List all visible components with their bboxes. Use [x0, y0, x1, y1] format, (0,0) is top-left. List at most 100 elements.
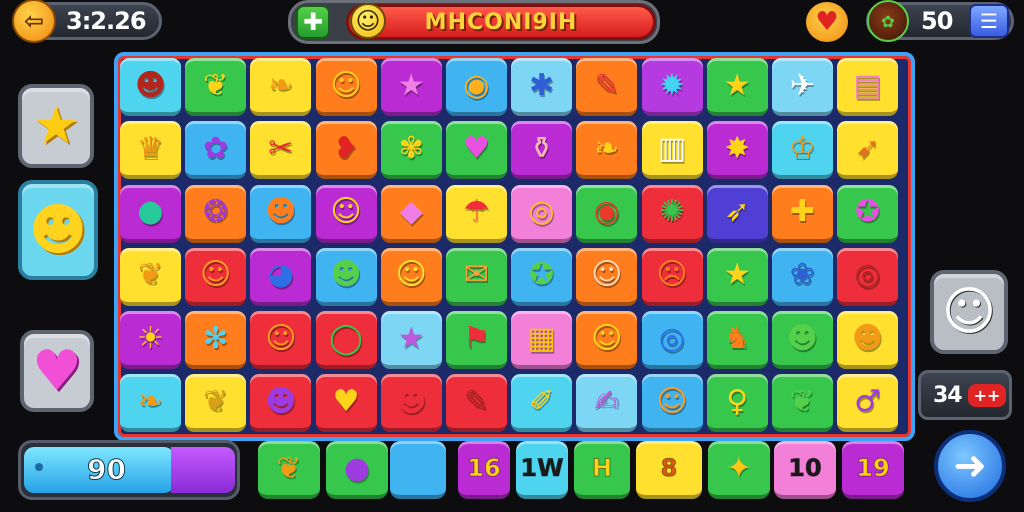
board-tile[interactable]: ✸	[706, 121, 768, 180]
board-tile[interactable]: ◕	[250, 247, 312, 306]
board-tile[interactable]: ➶	[837, 121, 899, 180]
board-tile[interactable]: ✎	[445, 374, 507, 433]
board-tile[interactable]: ❥	[315, 121, 377, 180]
bottom-tile-leaf[interactable]: ❦	[258, 441, 320, 499]
board-tile[interactable]: ●	[120, 184, 181, 243]
board-tile[interactable]: ★	[380, 58, 442, 116]
tile-symbol-icon: ❧	[594, 130, 620, 166]
tile-symbol-icon: ➶	[854, 130, 881, 166]
face-button[interactable]: ☺	[930, 270, 1008, 354]
board-tile[interactable]: ✈	[771, 58, 833, 116]
board-tile[interactable]: ☻	[315, 247, 377, 306]
board-tile[interactable]: ♀	[706, 374, 768, 433]
board-tile[interactable]: ❦	[185, 374, 247, 433]
bottom-tile-num-19[interactable]: 19	[842, 441, 904, 499]
board-tile[interactable]: ✾	[380, 121, 442, 180]
bottom-tile-icon: ✦	[726, 450, 752, 486]
board-tile[interactable]: ❀	[771, 247, 833, 306]
side-blob-button[interactable]: ☻	[18, 180, 98, 280]
board-tile[interactable]: ☻	[837, 311, 899, 370]
board-tile[interactable]: ❦	[771, 374, 833, 433]
board-tile[interactable]: ✪	[511, 247, 573, 306]
board-tile[interactable]: ☺	[380, 247, 442, 306]
board-tile[interactable]: ❂	[185, 184, 247, 243]
board-tile[interactable]: ❦	[185, 58, 247, 116]
bottom-tile-num-16[interactable]: 16	[458, 441, 510, 499]
board-tile[interactable]: ☻	[250, 374, 312, 433]
board-tile[interactable]: ★	[706, 58, 768, 116]
score-dot	[35, 463, 43, 471]
board-tile[interactable]: ◯	[315, 311, 377, 370]
bottom-tile-num-10[interactable]: 10	[774, 441, 836, 499]
board-tile[interactable]: ☻	[120, 58, 181, 116]
board-tile[interactable]: ☻	[771, 311, 833, 370]
board-tile[interactable]: ♂	[837, 374, 899, 433]
side-heart-button[interactable]: ♥	[20, 330, 94, 412]
board-tile[interactable]: ♞	[706, 311, 768, 370]
board-tile[interactable]: ☺	[315, 58, 377, 116]
next-button[interactable]: ➜	[934, 430, 1006, 502]
board-tile[interactable]: ➶	[706, 184, 768, 243]
board-tile[interactable]: ♥	[445, 121, 507, 180]
tile-symbol-icon: ▦	[527, 320, 556, 356]
tile-symbol-icon: ✻	[203, 320, 229, 356]
board-tile[interactable]: ☺	[315, 184, 377, 243]
board-tile[interactable]: ✍	[576, 374, 638, 433]
board-tile[interactable]: ❦	[120, 247, 181, 306]
add-button[interactable]: ✚	[296, 5, 330, 39]
bottom-tile-eggplant[interactable]: ●	[326, 441, 388, 499]
board-tile[interactable]: ☺	[185, 247, 247, 306]
bottom-tile-num-8[interactable]: 8	[636, 441, 702, 499]
board-tile[interactable]: ★	[380, 311, 442, 370]
tile-symbol-icon: ▥	[657, 130, 687, 166]
board-tile[interactable]: ❧	[120, 374, 181, 433]
board-tile[interactable]: ◆	[380, 184, 442, 243]
board-tile[interactable]: ☂	[445, 184, 507, 243]
board-tile[interactable]: ⚱	[511, 121, 573, 180]
board-tile[interactable]: ▦	[511, 311, 573, 370]
board-tile[interactable]: ✐	[511, 374, 573, 433]
board-tile[interactable]: ♛	[120, 121, 181, 180]
tile-symbol-icon: ✍	[594, 383, 620, 419]
board-tile[interactable]: ☺	[250, 311, 312, 370]
board-tile[interactable]: ☀	[120, 311, 181, 370]
bottom-tile-blue[interactable]	[390, 441, 446, 499]
back-button[interactable]: ⇦	[12, 0, 56, 43]
board-tile[interactable]: ☺	[576, 311, 638, 370]
board-tile[interactable]: ✂	[250, 121, 312, 180]
board-tile[interactable]: ✚	[771, 184, 833, 243]
board-tile[interactable]: ❧	[576, 121, 638, 180]
side-star-button[interactable]: ★	[18, 84, 94, 168]
board-tile[interactable]: ★	[706, 247, 768, 306]
bottom-tile-num-1w[interactable]: 1W	[516, 441, 568, 499]
board-tile[interactable]: ✎	[576, 58, 638, 116]
board-tile[interactable]: ☹	[641, 247, 703, 306]
board-tile[interactable]: ❧	[250, 58, 312, 116]
board-tile[interactable]: ▥	[641, 121, 703, 180]
board-tile[interactable]: ◎	[641, 311, 703, 370]
board-tile[interactable]: ⚑	[445, 311, 507, 370]
board-tile[interactable]: ✉	[445, 247, 507, 306]
board-tile[interactable]: ☺	[576, 247, 638, 306]
board-tile[interactable]: ◉	[445, 58, 507, 116]
board-tile[interactable]: ✺	[641, 184, 703, 243]
board-tile[interactable]: ◎	[511, 184, 573, 243]
board-tile[interactable]: ☻	[250, 184, 312, 243]
bottom-tile-num-h[interactable]: H	[574, 441, 630, 499]
board-tile[interactable]: ◎	[837, 247, 899, 306]
tile-symbol-icon: ✪	[854, 194, 881, 230]
menu-button[interactable]: ☰	[969, 4, 1009, 38]
board-tile[interactable]: ☺	[641, 374, 703, 433]
board-tile[interactable]: ☻	[380, 374, 442, 433]
board-tile[interactable]: ✪	[837, 184, 899, 243]
board-tile[interactable]: ✱	[511, 58, 573, 116]
tile-symbol-icon: ☻	[786, 320, 819, 356]
board-tile[interactable]: ✿	[185, 121, 247, 180]
board-tile[interactable]: ◉	[576, 184, 638, 243]
board-tile[interactable]: ✻	[185, 311, 247, 370]
board-tile[interactable]: ♔	[771, 121, 833, 180]
bottom-tile-star-tile[interactable]: ✦	[708, 441, 770, 499]
board-tile[interactable]: ✹	[641, 58, 703, 116]
board-tile[interactable]: ▤	[837, 58, 899, 116]
board-tile[interactable]: ♥	[315, 374, 377, 433]
